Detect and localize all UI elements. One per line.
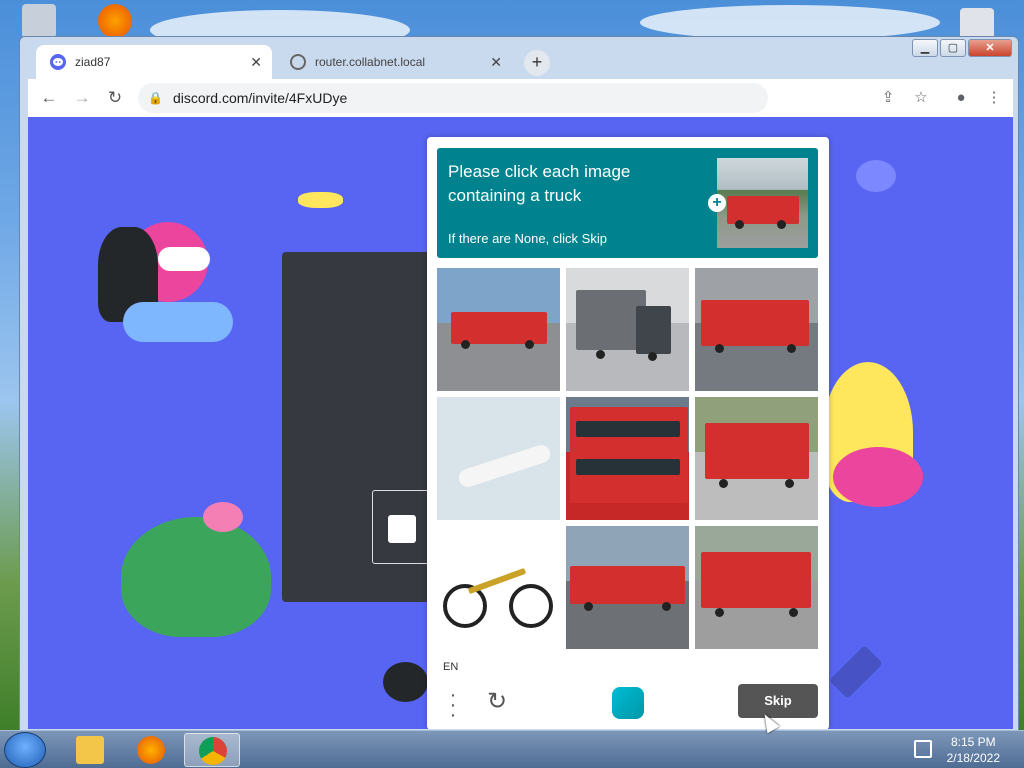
- truck-cab: [636, 306, 671, 354]
- cloud: [640, 5, 940, 40]
- forward-icon[interactable]: →: [71, 87, 93, 109]
- fire-truck-shape: [701, 552, 811, 608]
- image-tile[interactable]: [437, 397, 560, 520]
- firefox-icon: [137, 736, 165, 764]
- close-tab-icon[interactable]: ✕: [250, 54, 262, 71]
- wheel: [777, 220, 786, 229]
- sample-image: +: [708, 158, 808, 248]
- system-clock[interactable]: 8:15 PM 2/18/2022: [947, 734, 1000, 766]
- folder-icon: [76, 736, 104, 764]
- tab-discord[interactable]: ziad87 ✕: [36, 45, 272, 79]
- green-creature-illustration: [121, 517, 271, 637]
- hcaptcha-logo-icon[interactable]: [612, 687, 644, 719]
- share-icon[interactable]: ⇪: [877, 87, 899, 109]
- image-tile[interactable]: [566, 268, 689, 391]
- image-grid: [437, 268, 818, 649]
- close-tab-icon[interactable]: ✕: [490, 54, 502, 71]
- chrome-icon: [199, 737, 227, 765]
- clock-date: 2/18/2022: [946, 751, 1000, 765]
- skip-button[interactable]: Skip: [738, 684, 818, 718]
- tab-label: ziad87: [75, 55, 111, 69]
- fire-truck-shape: [705, 423, 809, 479]
- bookmark-star-icon[interactable]: ☆: [910, 87, 932, 109]
- expand-sample-icon[interactable]: +: [708, 194, 726, 212]
- captcha-menu-icon[interactable]: · · ·: [447, 685, 459, 725]
- firefox-desktop-icon[interactable]: [98, 4, 132, 38]
- taskbar: 8:15 PM 2/18/2022: [0, 730, 1024, 768]
- captcha-subtitle: If there are None, click Skip: [448, 231, 607, 246]
- captcha-challenge: Please click each image containing a tru…: [427, 137, 829, 729]
- bus-windows: [576, 459, 680, 475]
- menu-kebab-icon[interactable]: ⋮: [983, 87, 1005, 109]
- image-tile[interactable]: [695, 526, 818, 649]
- taskbar-explorer[interactable]: [62, 733, 118, 767]
- taskbar-chrome[interactable]: [184, 733, 240, 767]
- tab-strip: ziad87 ✕ router.collabnet.local ✕ +: [28, 45, 1013, 79]
- discord-icon: [50, 54, 66, 70]
- tab-router[interactable]: router.collabnet.local ✕: [276, 45, 512, 79]
- fire-truck-shape: [570, 566, 685, 604]
- bird-illustration: [856, 160, 896, 192]
- sparkle-illustration: [829, 645, 883, 699]
- captcha-header: Please click each image containing a tru…: [437, 148, 818, 258]
- browser-toolbar: ← → ↻ 🔒 discord.com/invite/4FxUDye ⇪ ☆ ●…: [28, 79, 1013, 117]
- lock-icon: 🔒: [148, 91, 163, 105]
- image-tile[interactable]: [566, 526, 689, 649]
- discord-invite-page: Please click each image containing a tru…: [28, 117, 1013, 729]
- refresh-challenge-icon[interactable]: ↻: [487, 687, 507, 716]
- image-tile[interactable]: [566, 397, 689, 520]
- chat-bubble-illustration: [158, 247, 210, 271]
- wheel: [735, 220, 744, 229]
- illustration-hair: [203, 502, 243, 532]
- globe-icon: [290, 54, 306, 70]
- language-selector[interactable]: EN: [443, 661, 458, 673]
- invite-checkbox[interactable]: [388, 515, 416, 543]
- illustration-legs: [123, 302, 233, 342]
- illustration-pink-blob: [833, 447, 923, 507]
- book-illustration: [298, 192, 343, 208]
- start-button[interactable]: [4, 732, 46, 768]
- clock-time: 8:15 PM: [950, 735, 996, 749]
- new-tab-button[interactable]: +: [524, 50, 550, 76]
- image-tile[interactable]: [695, 397, 818, 520]
- profile-icon[interactable]: ●: [950, 87, 972, 109]
- bus-windows: [576, 421, 680, 437]
- tab-label: router.collabnet.local: [315, 55, 426, 69]
- network-tray-icon[interactable]: [914, 740, 932, 758]
- bicycle-wheel: [443, 584, 487, 628]
- fire-truck-shape: [701, 300, 809, 346]
- image-tile[interactable]: [437, 526, 560, 649]
- browser-window: ▁ ▢ ✕ ziad87 ✕ router.collabnet.local ✕ …: [19, 36, 1019, 731]
- reload-icon[interactable]: ↻: [104, 87, 126, 109]
- image-tile[interactable]: [437, 268, 560, 391]
- back-icon[interactable]: ←: [38, 87, 60, 109]
- recycle-bin-icon[interactable]: [22, 4, 56, 38]
- image-tile[interactable]: [695, 268, 818, 391]
- url-text: discord.com/invite/4FxUDye: [172, 90, 348, 106]
- illustration-shoe: [383, 662, 428, 702]
- captcha-title: Please click each image containing a tru…: [448, 162, 631, 205]
- taskbar-firefox[interactable]: [123, 733, 179, 767]
- bicycle-wheel: [509, 584, 553, 628]
- address-bar[interactable]: 🔒 discord.com/invite/4FxUDye: [138, 83, 768, 113]
